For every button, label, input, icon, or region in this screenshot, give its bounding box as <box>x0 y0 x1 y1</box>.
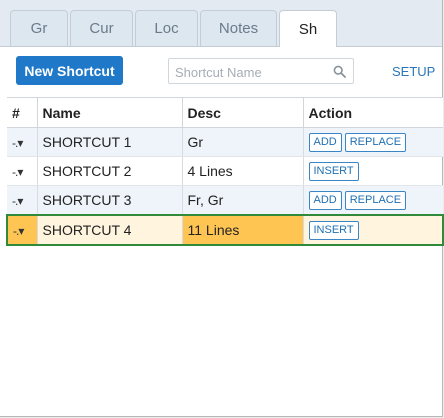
shortcut-name: SHORTCUT 4 <box>36 214 182 246</box>
add-button[interactable]: ADD <box>308 132 342 152</box>
column-header-desc[interactable]: Desc <box>181 97 303 128</box>
tab-notes[interactable]: Notes <box>200 10 277 46</box>
shortcuts-table: # Name Desc Action -.▾ SHORTCUT 1 Gr ADD… <box>6 97 444 246</box>
shortcut-name: SHORTCUT 3 <box>36 185 182 216</box>
replace-button[interactable]: REPLACE <box>344 190 407 210</box>
tab-cur[interactable]: Cur <box>70 10 133 46</box>
table-header-row: # Name Desc Action <box>7 97 443 128</box>
table-row[interactable]: -.▾ SHORTCUT 3 Fr, Gr ADD REPLACE <box>7 185 443 216</box>
shortcut-name-search-input[interactable] <box>173 62 327 82</box>
drag-handle-icon[interactable]: -.▾ <box>12 194 23 208</box>
column-header-number[interactable]: # <box>7 97 37 128</box>
shortcut-desc: 4 Lines <box>181 156 303 186</box>
tab-loc[interactable]: Loc <box>135 10 198 46</box>
shortcut-desc: Fr, Gr <box>181 185 303 216</box>
shortcuts-panel: Gr Cur Loc Notes Sh New Shortcut SETUP #… <box>0 0 444 417</box>
shortcut-name: SHORTCUT 1 <box>36 127 182 157</box>
replace-button[interactable]: REPLACE <box>344 132 407 152</box>
shortcut-name: SHORTCUT 2 <box>36 156 182 186</box>
search-icon[interactable] <box>333 65 346 78</box>
setup-link[interactable]: SETUP <box>392 64 435 79</box>
tab-sh[interactable]: Sh <box>279 10 337 47</box>
insert-button[interactable]: INSERT <box>308 220 359 240</box>
drag-handle-icon[interactable]: -.▾ <box>12 136 23 150</box>
table-row[interactable]: -.▾ SHORTCUT 1 Gr ADD REPLACE <box>7 127 443 157</box>
new-shortcut-button[interactable]: New Shortcut <box>16 56 123 85</box>
insert-button[interactable]: INSERT <box>308 161 359 181</box>
table-row[interactable]: -.▾ SHORTCUT 2 4 Lines INSERT <box>7 156 443 186</box>
drag-handle-icon[interactable]: -.▾ <box>13 224 24 238</box>
toolbar: New Shortcut SETUP <box>0 47 442 97</box>
tab-gr[interactable]: Gr <box>10 10 68 46</box>
column-header-name[interactable]: Name <box>36 97 182 128</box>
add-button[interactable]: ADD <box>308 190 342 210</box>
table-row-selected[interactable]: -.▾ SHORTCUT 4 11 Lines INSERT <box>6 214 444 246</box>
shortcut-desc: 11 Lines <box>181 214 303 246</box>
tab-bar: Gr Cur Loc Notes Sh <box>0 0 442 47</box>
shortcut-desc: Gr <box>181 127 303 157</box>
search-box <box>168 58 354 84</box>
drag-handle-icon[interactable]: -.▾ <box>12 165 23 179</box>
column-header-action[interactable]: Action <box>302 97 443 128</box>
